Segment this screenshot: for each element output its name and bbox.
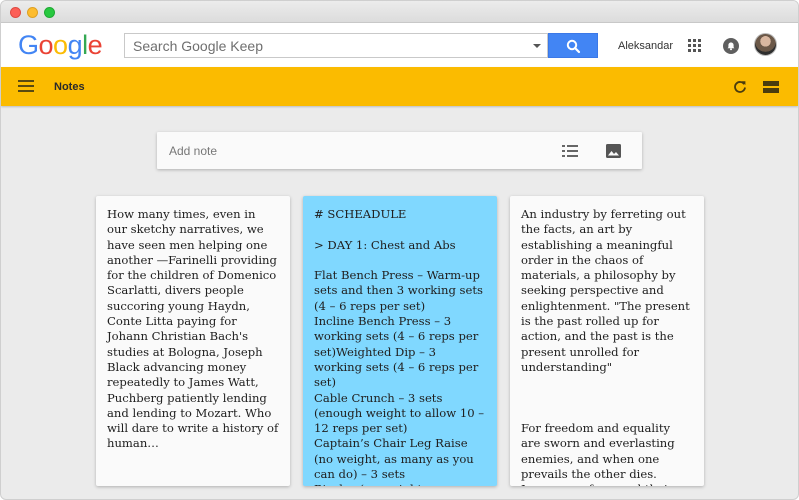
note-text: An industry by ferreting out the facts, … <box>521 207 690 486</box>
logo-letter: o <box>53 30 68 60</box>
search-box <box>124 33 548 58</box>
new-list-icon[interactable] <box>562 144 578 158</box>
keep-app-bar: Notes <box>1 67 798 106</box>
search-icon <box>566 39 581 54</box>
new-image-note-icon[interactable] <box>606 144 621 158</box>
note-card[interactable]: # SCHEADULE > DAY 1: Chest and Abs Flat … <box>303 196 497 486</box>
maximize-window-button[interactable] <box>44 7 55 18</box>
add-note-composer[interactable]: Add note <box>157 132 642 169</box>
close-window-button[interactable] <box>10 7 21 18</box>
list-view-toggle-icon[interactable] <box>763 81 779 93</box>
minimize-window-button[interactable] <box>27 7 38 18</box>
top-header: Google Aleksandar <box>1 23 798 67</box>
search-button[interactable] <box>548 33 598 58</box>
add-note-placeholder[interactable]: Add note <box>169 144 217 158</box>
main-menu-icon[interactable] <box>18 80 34 92</box>
logo-letter: o <box>38 30 54 60</box>
logo-letter: e <box>87 30 103 60</box>
bell-glyph-icon <box>727 42 735 51</box>
logo-letter: G <box>18 30 39 60</box>
notifications-bell-icon[interactable] <box>723 38 739 54</box>
google-logo[interactable]: Google <box>18 29 103 61</box>
account-username[interactable]: Aleksandar <box>618 40 673 52</box>
account-avatar[interactable] <box>754 33 777 56</box>
browser-window: Google Aleksandar <box>0 0 799 500</box>
note-text: # SCHEADULE > DAY 1: Chest and Abs Flat … <box>314 207 485 486</box>
window-titlebar <box>1 1 798 23</box>
refresh-icon[interactable] <box>733 80 747 94</box>
apps-grid-icon[interactable] <box>688 39 701 52</box>
logo-letter: g <box>67 30 83 60</box>
search-options-dropdown-icon[interactable] <box>533 44 541 48</box>
note-card[interactable]: How many times, even in our sketchy narr… <box>96 196 290 486</box>
note-card[interactable]: An industry by ferreting out the facts, … <box>510 196 704 486</box>
page-title: Notes <box>54 81 85 93</box>
note-text: How many times, even in our sketchy narr… <box>107 207 282 451</box>
search-input[interactable] <box>125 34 520 57</box>
